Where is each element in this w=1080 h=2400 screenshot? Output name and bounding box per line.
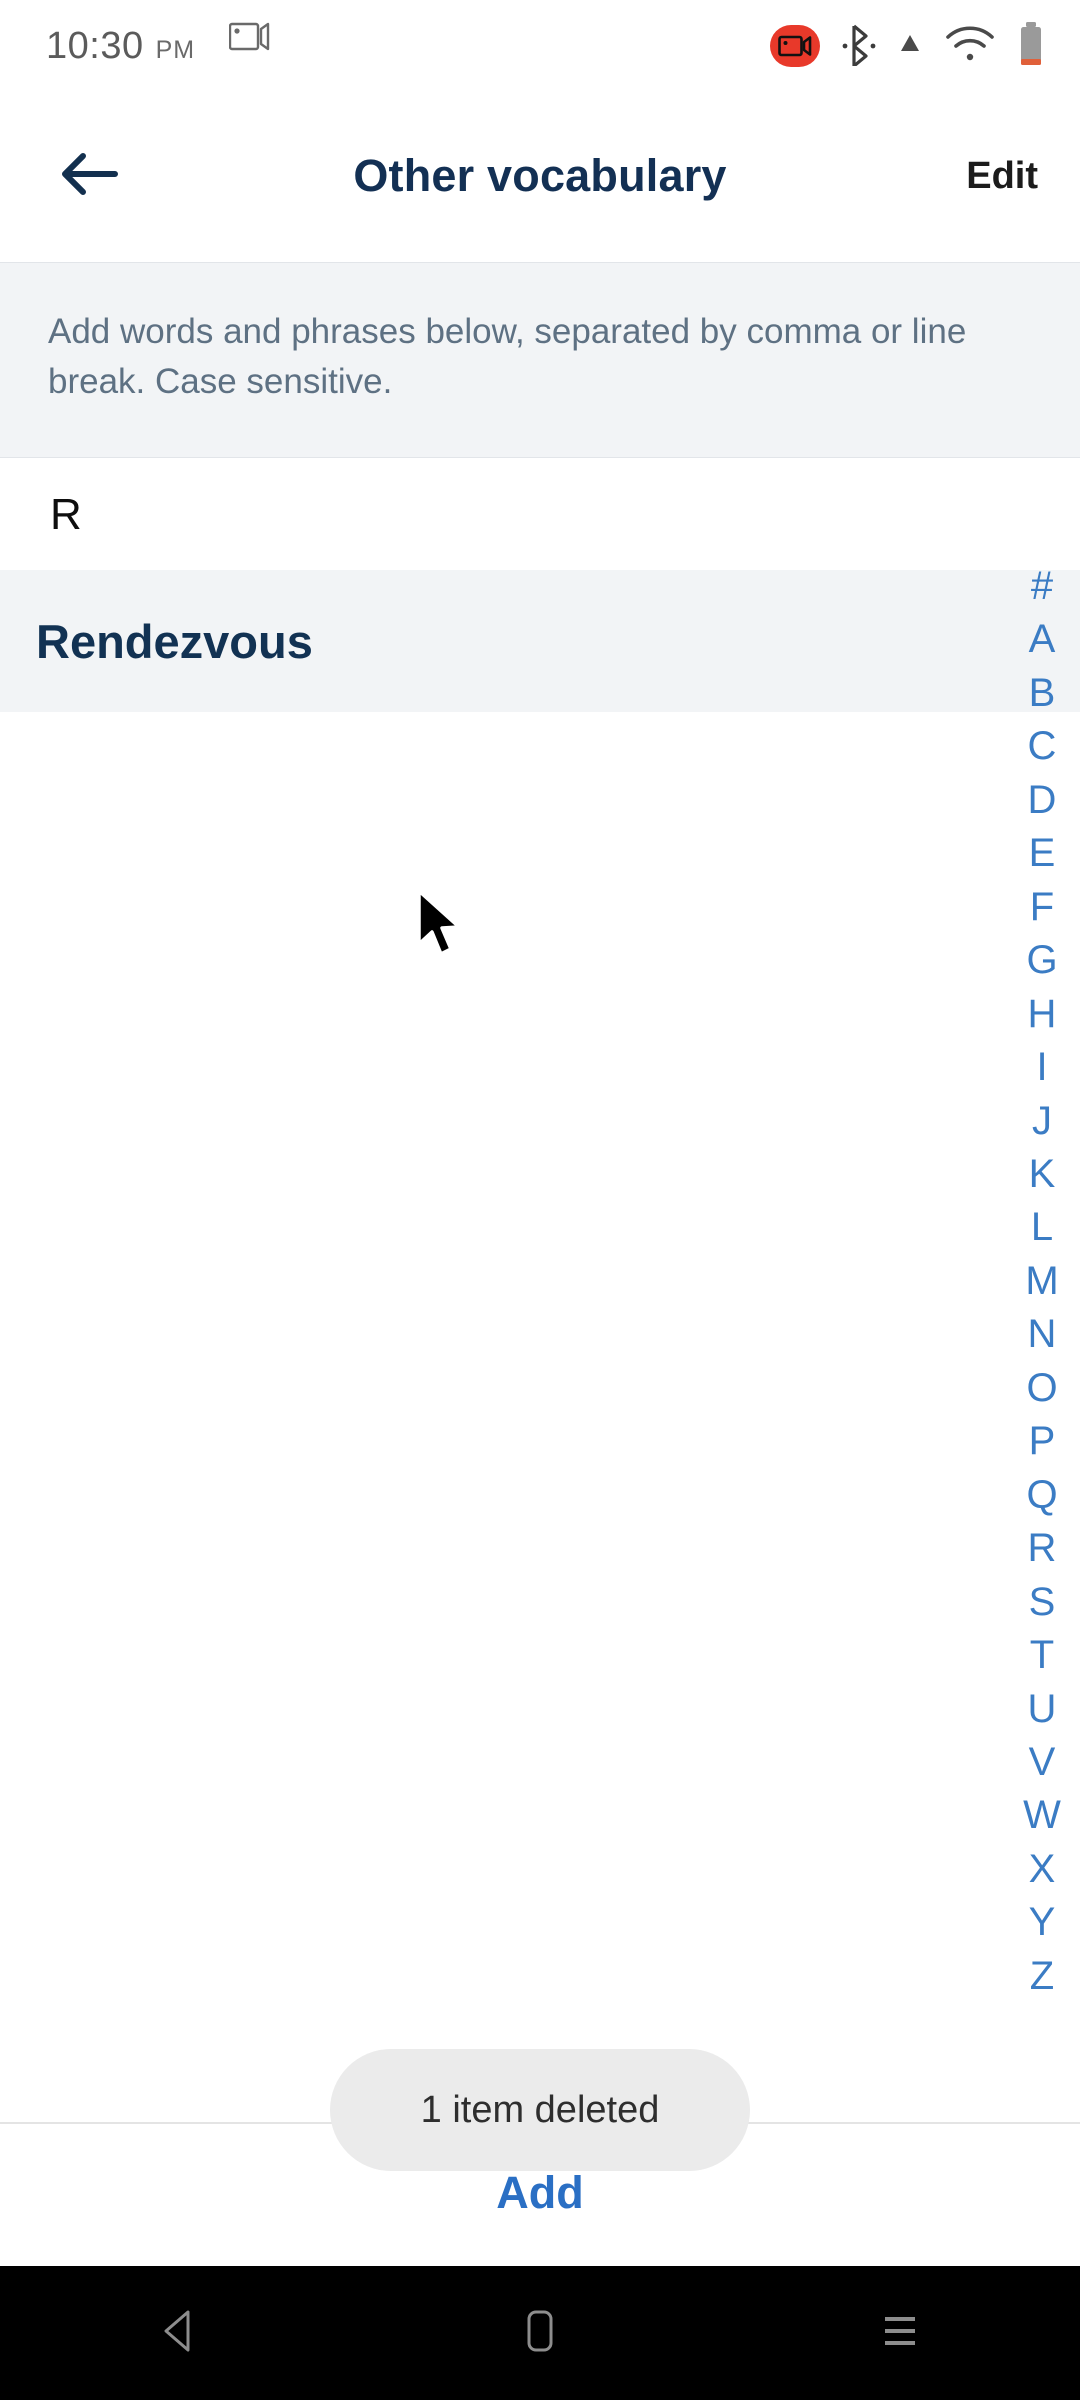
nav-home-icon [520, 2307, 560, 2360]
index-letter-u[interactable]: U [1028, 1689, 1057, 1729]
index-letter-h[interactable]: H [1028, 994, 1057, 1034]
status-time: 10:30 [46, 25, 144, 67]
index-letter-q[interactable]: Q [1026, 1475, 1057, 1515]
index-letter-s[interactable]: S [1029, 1582, 1056, 1622]
index-letter-hash[interactable]: # [1031, 566, 1053, 606]
nav-back-triangle-icon [158, 2307, 202, 2360]
status-bar-left: 10:30 PM [46, 22, 271, 68]
index-letter-c[interactable]: C [1028, 726, 1057, 766]
index-letter-p[interactable]: P [1029, 1421, 1056, 1461]
index-letter-n[interactable]: N [1028, 1314, 1057, 1354]
index-letter-w[interactable]: W [1023, 1795, 1061, 1835]
phone-screen: 10:30 PM Other vocabulary Edit Add words… [0, 0, 1080, 2400]
nav-recents-button[interactable] [810, 2266, 990, 2400]
index-letter-d[interactable]: D [1028, 780, 1057, 820]
alphabet-index[interactable]: # A B C D E F G H I J K L M N O P Q R S T U V W X Y Z [1004, 566, 1080, 1996]
status-meridiem: PM [155, 36, 196, 64]
list-item[interactable]: Rendezvous [0, 570, 1080, 712]
edit-button[interactable]: Edit [966, 140, 1038, 212]
cast-icon [228, 20, 271, 59]
index-letter-v[interactable]: V [1029, 1742, 1056, 1782]
screen-record-icon [770, 25, 820, 67]
status-bar: 10:30 PM [0, 0, 1080, 92]
mouse-pointer-icon [414, 888, 470, 960]
list-empty-area [0, 712, 1080, 2122]
instruction-banner: Add words and phrases below, separated b… [0, 262, 1080, 458]
battery-low-icon [1018, 21, 1044, 72]
index-letter-k[interactable]: K [1029, 1154, 1056, 1194]
page-title: Other vocabulary [353, 150, 727, 201]
index-letter-e[interactable]: E [1029, 833, 1056, 873]
index-letter-r[interactable]: R [1028, 1528, 1057, 1568]
status-bar-right [770, 21, 1044, 72]
index-letter-z[interactable]: Z [1030, 1956, 1054, 1996]
index-letter-t[interactable]: T [1030, 1635, 1054, 1675]
instruction-text: Add words and phrases below, separated b… [48, 312, 967, 401]
index-letter-y[interactable]: Y [1029, 1902, 1056, 1942]
section-header-r: R [0, 459, 1080, 570]
nav-recents-icon [878, 2309, 922, 2358]
index-letter-o[interactable]: O [1026, 1368, 1057, 1408]
app-bar: Other vocabulary Edit [0, 92, 1080, 260]
index-letter-j[interactable]: J [1032, 1101, 1052, 1141]
bluetooth-icon [842, 22, 876, 71]
index-letter-b[interactable]: B [1029, 673, 1056, 713]
nav-back-button[interactable] [90, 2266, 270, 2400]
index-letter-x[interactable]: X [1029, 1849, 1056, 1889]
toast-message: 1 item deleted [330, 2049, 750, 2171]
signal-triangle-icon [898, 33, 922, 60]
index-letter-l[interactable]: L [1031, 1207, 1053, 1247]
system-nav-bar [0, 2266, 1080, 2400]
index-letter-g[interactable]: G [1026, 940, 1057, 980]
nav-home-button[interactable] [450, 2266, 630, 2400]
index-letter-m[interactable]: M [1025, 1261, 1058, 1301]
index-letter-f[interactable]: F [1030, 887, 1054, 927]
index-letter-a[interactable]: A [1029, 619, 1056, 659]
wifi-icon [944, 24, 996, 69]
index-letter-i[interactable]: I [1036, 1047, 1047, 1087]
